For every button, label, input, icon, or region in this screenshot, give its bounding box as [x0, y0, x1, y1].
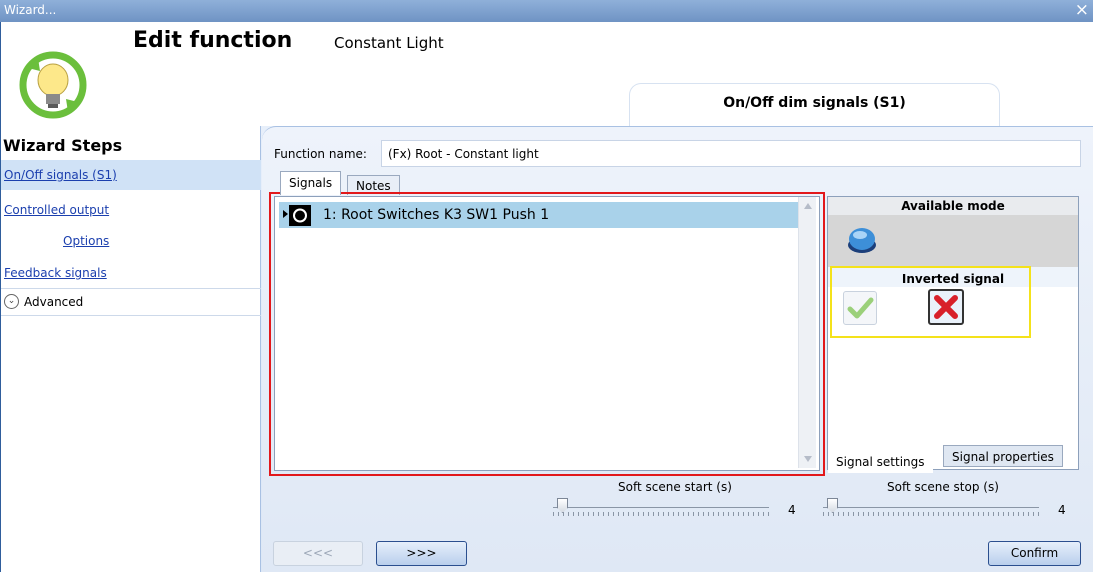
slider-ticks: [823, 512, 1039, 516]
soft-scene-start-label: Soft scene start (s): [618, 480, 732, 494]
advanced-label: Advanced: [24, 295, 84, 309]
sidebar-item-label[interactable]: Feedback signals: [4, 266, 107, 280]
available-mode-section: Available mode: [828, 197, 1078, 267]
function-name-label: Function name:: [274, 147, 367, 161]
close-icon[interactable]: ×: [1075, 0, 1089, 20]
tab-signals[interactable]: Signals: [280, 171, 342, 195]
advanced-section[interactable]: ⌄ Advanced: [0, 289, 261, 315]
window-border: [0, 22, 1, 572]
confirm-button[interactable]: Confirm: [988, 541, 1081, 566]
sidebar-item-feedback-signals[interactable]: Feedback signals: [0, 258, 261, 288]
push-button-icon: [289, 205, 311, 226]
wizard-steps-title: Wizard Steps: [3, 136, 123, 155]
wizard-window: Wizard... × Edit function Constant Light…: [0, 0, 1093, 572]
divider: [0, 315, 261, 316]
title-bar: Wizard... ×: [0, 0, 1093, 22]
function-type: Constant Light: [334, 34, 444, 52]
blue-push-button-icon[interactable]: [846, 223, 878, 255]
sidebar-item-label[interactable]: Options: [63, 234, 109, 248]
tab-notes[interactable]: Notes: [347, 175, 400, 195]
soft-scene-stop-slider[interactable]: [823, 497, 1039, 521]
inverted-signal-title: Inverted signal: [901, 272, 1005, 286]
slider-track: [823, 507, 1039, 508]
cross-icon[interactable]: [928, 289, 964, 325]
sidebar-item-options[interactable]: Options: [0, 226, 261, 256]
check-icon[interactable]: [843, 291, 877, 325]
sidebar-item-on-off-signals[interactable]: On/Off signals (S1): [0, 160, 261, 190]
tab-signal-properties[interactable]: Signal properties: [943, 445, 1063, 467]
chevron-down-icon[interactable]: ⌄: [4, 294, 19, 309]
page-title: Edit function: [133, 28, 293, 53]
next-button[interactable]: >>>: [376, 541, 467, 566]
lightbulb-logo-icon: [19, 51, 87, 119]
wizard-steps-sidebar: Wizard Steps On/Off signals (S1) Control…: [0, 126, 261, 572]
tab-label: On/Off dim signals (S1): [723, 95, 906, 111]
function-name-input[interactable]: (Fx) Root - Constant light: [381, 140, 1081, 167]
slider-thumb[interactable]: [827, 498, 838, 513]
soft-scene-start-value: 4: [788, 503, 796, 517]
tab-signal-settings[interactable]: Signal settings: [828, 449, 933, 473]
vertical-scrollbar[interactable]: [798, 197, 816, 468]
signal-label: 1: Root Switches K3 SW1 Push 1: [323, 207, 550, 223]
available-mode-title: Available mode: [828, 197, 1078, 215]
soft-scene-stop-label: Soft scene stop (s): [887, 480, 999, 494]
previous-button[interactable]: <<<: [273, 541, 363, 566]
soft-scene-stop-value: 4: [1058, 503, 1066, 517]
cross-icon-shape: [934, 295, 958, 319]
slider-ticks: [553, 512, 769, 516]
sidebar-item-label[interactable]: On/Off signals (S1): [4, 168, 117, 182]
signals-list: 1: Root Switches K3 SW1 Push 1: [274, 196, 820, 471]
sidebar-item-label[interactable]: Controlled output: [4, 203, 109, 217]
tab-on-off-dim-signals[interactable]: On/Off dim signals (S1): [629, 83, 1000, 126]
window-title: Wizard...: [4, 3, 57, 17]
soft-scene-start-slider[interactable]: [553, 497, 769, 521]
expand-arrow-icon[interactable]: [283, 210, 288, 218]
slider-thumb[interactable]: [557, 498, 568, 513]
list-item[interactable]: 1: Root Switches K3 SW1 Push 1: [279, 202, 802, 228]
scroll-up-icon[interactable]: [804, 203, 812, 209]
signal-settings-panel: Available mode Inverted signal: [827, 196, 1079, 470]
check-icon-shape: [847, 297, 874, 319]
scroll-down-icon[interactable]: [804, 456, 812, 462]
sidebar-item-controlled-output[interactable]: Controlled output: [0, 195, 261, 225]
slider-track: [553, 507, 769, 508]
